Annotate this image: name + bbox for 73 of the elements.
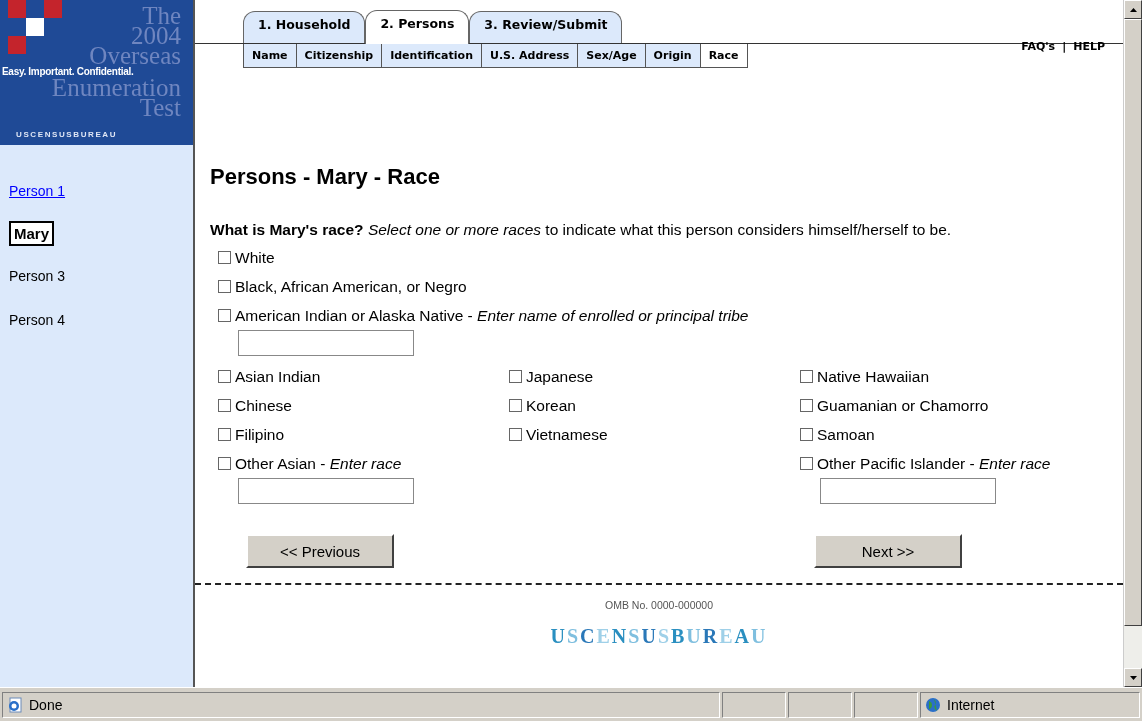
sub-tab[interactable]: Citizenship [296, 44, 383, 67]
scroll-down-button[interactable] [1124, 668, 1142, 687]
tab[interactable]: 2. Persons [365, 10, 470, 44]
option-label: Asian Indian [235, 367, 321, 386]
checkbox[interactable] [218, 280, 231, 293]
option-label: Japanese [526, 367, 594, 386]
option-label: Guamanian or Chamorro [817, 396, 989, 415]
checkbox[interactable] [218, 370, 231, 383]
checkbox[interactable] [509, 428, 522, 441]
next-button[interactable]: Next >> [814, 534, 962, 568]
person-link[interactable]: Person 1 [9, 183, 66, 199]
checkbox[interactable] [218, 457, 231, 470]
option-label: Chinese [235, 396, 292, 415]
header-link[interactable]: HELP [1073, 40, 1105, 53]
status-pane [854, 691, 918, 718]
person-link[interactable]: Mary [9, 221, 55, 246]
logo-text: Enumeration [51, 78, 181, 98]
checkbox[interactable] [218, 251, 231, 264]
checkbox[interactable] [800, 399, 813, 412]
checkbox[interactable] [509, 399, 522, 412]
option-label: Black, African American, or Negro [235, 277, 467, 296]
zone-text: Internet [947, 696, 995, 713]
option-label: Native Hawaiian [817, 367, 929, 386]
logo-text: Test [139, 98, 181, 118]
page-heading: Persons - Mary - Race [210, 164, 441, 190]
option-label: Korean [526, 396, 576, 415]
input-field[interactable] [820, 478, 996, 504]
checkbox[interactable] [800, 457, 813, 470]
checkbox[interactable] [509, 370, 522, 383]
separator: | [1062, 40, 1067, 53]
option-label: White [235, 248, 275, 267]
logo-text: The [142, 6, 181, 26]
option-label: Other Pacific Islander - Enter race [817, 454, 1051, 473]
status-pane [722, 691, 786, 718]
input-field[interactable] [238, 330, 414, 356]
globe-icon [925, 696, 941, 713]
sub-tab[interactable]: Name [244, 44, 297, 67]
question-text: What is Mary's race? Select one or more races to indicate what this person considers himself/herself to be. [210, 220, 953, 239]
input-field[interactable] [238, 478, 414, 504]
checkbox[interactable] [218, 428, 231, 441]
omb-number: OMB No. 0000-000000 [605, 599, 713, 611]
previous-button[interactable]: << Previous [246, 534, 394, 568]
logo-text: 2004 [131, 26, 181, 46]
sub-tab[interactable]: U.S. Address [481, 44, 579, 67]
scroll-up-button[interactable] [1124, 0, 1142, 19]
option-label: Other Asian - Enter race [235, 454, 402, 473]
logo-text: Overseas [89, 46, 181, 66]
checkbox[interactable] [800, 370, 813, 383]
person-link[interactable]: Person 3 [9, 268, 66, 284]
sub-tab[interactable]: Identification [382, 44, 482, 67]
option-label: Samoan [817, 425, 875, 444]
option-label: Filipino [235, 425, 285, 444]
logo-tagline: Easy. Important. Confidential. [2, 66, 134, 78]
header-link[interactable]: FAQ's [1021, 40, 1056, 53]
checkbox[interactable] [218, 309, 231, 322]
option-label: American Indian or Alaska Native - Enter name of enrolled or principal tribe [235, 306, 749, 325]
person-link[interactable]: Person 4 [9, 312, 66, 328]
sub-tab[interactable]: Sex/Age [578, 44, 646, 67]
agency-name: USCENSUSBUREAU [16, 130, 118, 139]
option-label: Vietnamese [526, 425, 608, 444]
scroll-thumb[interactable] [1124, 19, 1142, 626]
page-icon [7, 696, 23, 713]
up-arrow-icon [1129, 7, 1137, 12]
sub-tab[interactable]: Origin [645, 44, 701, 67]
tab[interactable]: 3. Review/Submit [469, 11, 623, 43]
census-bureau-logo: USCENSUSBUREAU [550, 625, 768, 648]
status-text: Done [29, 696, 63, 713]
status-pane [788, 691, 852, 718]
checkbox[interactable] [218, 399, 231, 412]
checkbox[interactable] [800, 428, 813, 441]
down-arrow-icon [1129, 675, 1137, 680]
tab[interactable]: 1. Household [243, 11, 366, 43]
squares-drawing [8, 0, 62, 54]
